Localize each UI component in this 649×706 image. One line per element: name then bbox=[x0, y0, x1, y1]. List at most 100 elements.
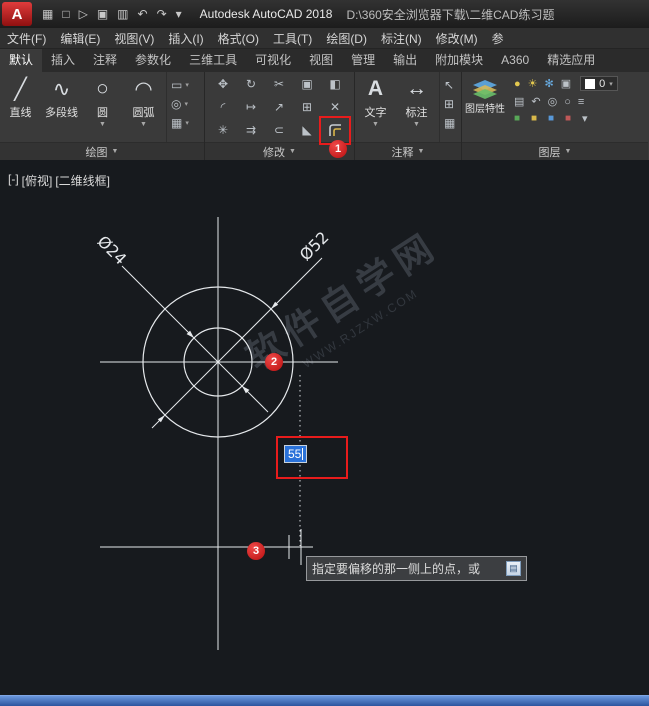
callout-badge-2: 2 bbox=[265, 353, 283, 371]
tab-view[interactable]: 视图 bbox=[300, 49, 342, 72]
titlebar: A ▦ □ ▷ ▣ ▥ ↶ ↷ ▾ Autodesk AutoCAD 2018 … bbox=[0, 0, 649, 28]
workspace-icon[interactable]: ▦ bbox=[42, 0, 53, 28]
menu-format[interactable]: 格式(O) bbox=[211, 30, 266, 47]
tab-parametric[interactable]: 参数化 bbox=[126, 49, 180, 72]
ribbon-tabs: 默认 插入 注释 参数化 三维工具 可视化 视图 管理 输出 附加模块 A360… bbox=[0, 49, 649, 72]
text-button[interactable]: A 文字 ▼ bbox=[355, 72, 396, 142]
tab-featured-apps[interactable]: 精选应用 bbox=[538, 49, 604, 72]
panel-draw: ╱ 直线 ∿ 多段线 ○ 圆 ▼ ◠ 圆弧 ▼ bbox=[0, 72, 205, 160]
arc-button[interactable]: ◠ 圆弧 ▼ bbox=[123, 72, 164, 142]
panel-expand-icon: ▼ bbox=[418, 148, 425, 155]
dimension-dropdown-icon[interactable]: ▼ bbox=[413, 121, 420, 128]
rectangle-dropdown-icon[interactable]: ▾ bbox=[185, 81, 189, 89]
chamfer-icon[interactable]: ◣ bbox=[295, 120, 319, 140]
layer-properties-button[interactable]: 图层特性 bbox=[462, 72, 508, 142]
layer-sun-icon[interactable]: ☀ bbox=[528, 77, 538, 90]
autocad-logo-icon[interactable]: A bbox=[2, 2, 32, 26]
arc-dropdown-icon[interactable]: ▼ bbox=[140, 121, 147, 128]
layer-swatch-icon[interactable]: ■ bbox=[565, 114, 575, 124]
tab-a360[interactable]: A360 bbox=[492, 49, 538, 72]
mirror-icon[interactable]: ◧ bbox=[323, 74, 347, 94]
layer-lock-icon[interactable]: ▣ bbox=[561, 77, 571, 90]
hatch-icon[interactable]: ▦ bbox=[171, 116, 182, 130]
tab-home[interactable]: 默认 bbox=[0, 49, 42, 72]
dim-line-outer[interactable] bbox=[152, 258, 322, 428]
extend-icon[interactable]: ⇉ bbox=[239, 120, 263, 140]
tab-addins[interactable]: 附加模块 bbox=[426, 49, 492, 72]
text-icon: A bbox=[368, 75, 383, 103]
redo-icon[interactable]: ↷ bbox=[157, 0, 167, 28]
layers-panel-title[interactable]: 图层 ▼ bbox=[462, 142, 648, 160]
save-file-icon[interactable]: ▣ bbox=[97, 0, 108, 28]
scale-icon[interactable]: ↗ bbox=[267, 97, 291, 117]
text-dropdown-icon[interactable]: ▼ bbox=[372, 121, 379, 128]
layer-swatch-icon[interactable]: ■ bbox=[514, 114, 524, 124]
qat-dropdown-icon[interactable]: ▾ bbox=[176, 0, 182, 28]
trim-icon[interactable]: ✂ bbox=[267, 74, 291, 94]
current-layer-combo[interactable]: 0 ▾ bbox=[580, 76, 618, 91]
polyline-button[interactable]: ∿ 多段线 bbox=[41, 72, 82, 142]
explode-icon[interactable]: ✳ bbox=[211, 120, 235, 140]
erase-icon[interactable]: ✕ bbox=[323, 97, 347, 117]
array-icon[interactable]: ⊞ bbox=[295, 97, 319, 117]
match-layer-icon[interactable]: ▤ bbox=[514, 95, 524, 108]
menu-modify[interactable]: 修改(M) bbox=[429, 30, 485, 47]
tab-manage[interactable]: 管理 bbox=[342, 49, 384, 72]
plot-icon[interactable]: ▥ bbox=[117, 0, 128, 28]
draw-panel-title[interactable]: 绘图 ▼ bbox=[0, 142, 204, 160]
menu-parametric[interactable]: 参 bbox=[485, 30, 511, 47]
menu-tools[interactable]: 工具(T) bbox=[266, 30, 319, 47]
layer-freeze-icon[interactable]: ✻ bbox=[545, 77, 554, 90]
text-style-icon[interactable]: ▦ bbox=[444, 116, 455, 130]
tab-3dtools[interactable]: 三维工具 bbox=[180, 49, 246, 72]
line-button[interactable]: ╱ 直线 bbox=[0, 72, 41, 142]
draw-extra-tools: ▭ ▾ ◎ ▾ ▦ ▾ bbox=[166, 72, 191, 142]
menu-view[interactable]: 视图(V) bbox=[107, 30, 161, 47]
layer-tools-dropdown-icon[interactable]: ▾ bbox=[582, 112, 588, 125]
circle-dropdown-icon[interactable]: ▼ bbox=[99, 121, 106, 128]
dim-text-outer[interactable]: Ø52 bbox=[296, 228, 333, 265]
stretch-icon[interactable]: ↦ bbox=[239, 97, 263, 117]
move-icon[interactable]: ✥ bbox=[211, 74, 235, 94]
layer-previous-icon[interactable]: ↶ bbox=[531, 95, 540, 108]
menu-edit[interactable]: 编辑(E) bbox=[53, 30, 107, 47]
ellipse-dropdown-icon[interactable]: ▾ bbox=[184, 100, 188, 108]
layer-on-icon[interactable]: ● bbox=[514, 78, 521, 90]
copy-icon[interactable]: ▣ bbox=[295, 74, 319, 94]
layer-off-icon[interactable]: ○ bbox=[564, 96, 571, 108]
layer-isolate-icon[interactable]: ◎ bbox=[548, 95, 558, 108]
hatch-dropdown-icon[interactable]: ▾ bbox=[185, 119, 189, 127]
dimension-button[interactable]: ↔ 标注 ▼ bbox=[396, 72, 437, 142]
tab-visualize[interactable]: 可视化 bbox=[246, 49, 300, 72]
fillet-icon[interactable]: ◜ bbox=[211, 97, 235, 117]
menu-file[interactable]: 文件(F) bbox=[0, 30, 53, 47]
dynamic-input-options-icon[interactable]: ▤ bbox=[506, 561, 521, 576]
undo-icon[interactable]: ↶ bbox=[138, 0, 148, 28]
new-file-icon[interactable]: □ bbox=[62, 0, 69, 28]
layer-swatch-icon[interactable]: ■ bbox=[531, 114, 541, 124]
dynamic-input-field[interactable]: 55 bbox=[284, 445, 307, 463]
open-file-icon[interactable]: ▷ bbox=[79, 0, 88, 28]
dim-text-inner[interactable]: Ø24 bbox=[94, 232, 131, 269]
rotate-icon[interactable]: ↻ bbox=[239, 74, 263, 94]
rectangle-icon[interactable]: ▭ bbox=[171, 78, 182, 92]
ellipse-icon[interactable]: ◎ bbox=[171, 97, 181, 111]
menu-insert[interactable]: 插入(I) bbox=[161, 30, 210, 47]
tab-output[interactable]: 输出 bbox=[384, 49, 426, 72]
circle-button[interactable]: ○ 圆 ▼ bbox=[82, 72, 123, 142]
tab-annotate[interactable]: 注释 bbox=[84, 49, 126, 72]
tab-insert[interactable]: 插入 bbox=[42, 49, 84, 72]
leader-icon[interactable]: ↖ bbox=[444, 78, 454, 92]
layer-list-icon[interactable]: ≡ bbox=[578, 96, 584, 108]
menu-draw[interactable]: 绘图(D) bbox=[319, 30, 374, 47]
annotate-panel-title[interactable]: 注释 ▼ bbox=[355, 142, 461, 160]
panel-expand-icon: ▼ bbox=[112, 148, 119, 155]
layer-swatch-icon[interactable]: ■ bbox=[548, 114, 558, 124]
command-line-bar[interactable] bbox=[0, 695, 649, 706]
panel-annotate: A 文字 ▼ ↔ 标注 ▼ ↖ ⊞ ▦ 注释 ▼ bbox=[355, 72, 462, 160]
table-icon[interactable]: ⊞ bbox=[444, 97, 454, 111]
model-space-canvas[interactable]: [-] [俯视] [二维线框] 软件自学网 WWW.RJZXW.COM Ø24 bbox=[0, 160, 649, 695]
menu-dimension[interactable]: 标注(N) bbox=[374, 30, 429, 47]
line-icon: ╱ bbox=[14, 75, 27, 103]
join-icon[interactable]: ⊂ bbox=[267, 120, 291, 140]
